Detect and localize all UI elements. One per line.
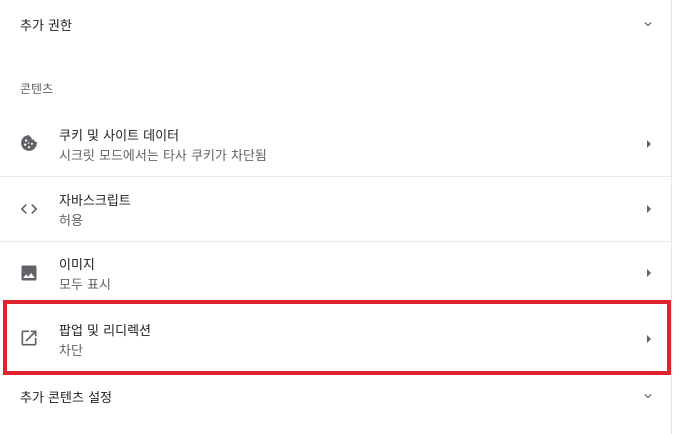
- extra-content-settings-label: 추가 콘텐츠 설정: [20, 391, 112, 406]
- scroll-edge: [671, 0, 672, 434]
- chevron-down-icon: [644, 394, 652, 399]
- item-title: 이미지: [59, 258, 95, 273]
- item-subtitle: 차단: [59, 344, 83, 359]
- extra-permissions-row[interactable]: 추가 권한: [0, 0, 671, 46]
- item-subtitle: 모두 표시: [59, 278, 111, 293]
- popups-and-redirects-item[interactable]: 팝업 및 리디렉션 차단: [0, 305, 671, 371]
- extra-content-settings-row[interactable]: 추가 콘텐츠 설정: [0, 376, 671, 416]
- code-icon: [20, 204, 38, 214]
- chevron-down-icon: [644, 22, 652, 27]
- content-section-header: 콘텐츠: [20, 82, 54, 96]
- item-title: 쿠키 및 사이트 데이터: [59, 129, 180, 144]
- site-settings-page: 추가 권한 콘텐츠 쿠키 및 사이트 데이터 시크릿 모드에서는 타사 쿠키가 …: [0, 0, 685, 434]
- open-in-new-icon: [21, 330, 37, 346]
- image-icon: [21, 265, 37, 281]
- extra-permissions-label: 추가 권한: [20, 19, 72, 34]
- images-item[interactable]: 이미지 모두 표시: [0, 242, 671, 306]
- arrow-right-icon: [647, 269, 651, 277]
- item-subtitle: 허용: [59, 214, 83, 229]
- javascript-item[interactable]: 자바스크립트 허용: [0, 177, 671, 241]
- item-title: 자바스크립트: [59, 194, 131, 209]
- item-subtitle: 시크릿 모드에서는 타사 쿠키가 차단됨: [59, 149, 267, 164]
- item-title: 팝업 및 리디렉션: [59, 324, 151, 339]
- arrow-right-icon: [647, 335, 651, 343]
- cookie-icon: [21, 135, 37, 151]
- arrow-right-icon: [647, 140, 651, 148]
- arrow-right-icon: [647, 205, 651, 213]
- cookies-and-site-data-item[interactable]: 쿠키 및 사이트 데이터 시크릿 모드에서는 타사 쿠키가 차단됨: [0, 112, 671, 176]
